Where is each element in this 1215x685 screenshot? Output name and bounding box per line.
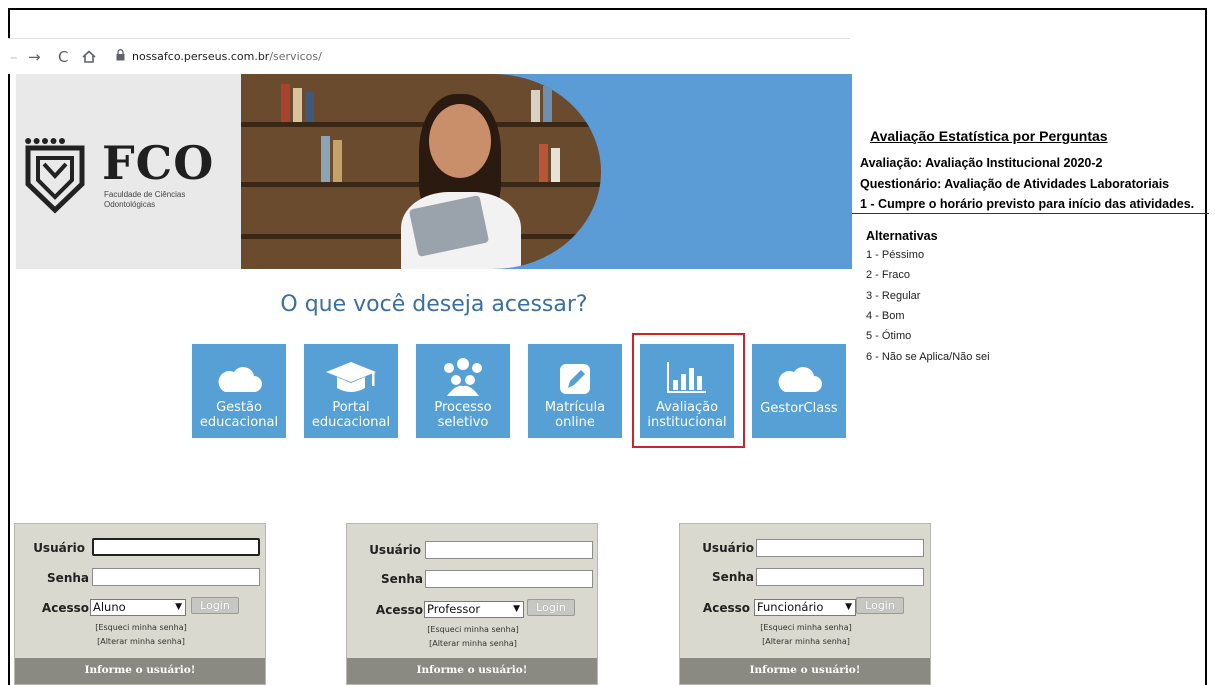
status-message: Informe o usuário! [680,658,930,684]
change-password-link[interactable]: [Alterar minha senha] [347,639,599,648]
acesso-select[interactable]: Aluno ▼ [90,599,186,616]
usuario-input[interactable] [92,538,260,556]
people-icon [444,358,482,396]
chevron-down-icon: ▼ [845,602,852,612]
tile-label: Portal educacional [311,400,391,430]
forgot-password-link[interactable]: [Esqueci minha senha] [347,625,599,634]
tile-label: Gestão educacional [199,400,279,430]
browser-address-bar: – → C nossafco.perseus.com.br/servicos/ [8,38,850,74]
acesso-select[interactable]: Professor ▼ [424,601,524,618]
tile-gestorclass[interactable]: GestorClass [752,344,846,438]
tile-label: Processo seletivo [434,400,492,430]
acesso-label: Acesso [375,603,423,617]
tile-processo-seletivo[interactable]: Processo seletivo [416,344,510,438]
url-host: nossafco.perseus.com.br [132,50,270,63]
login-box-aluno: Usuário Senha Acesso Aluno ▼ Login [Esque… [14,523,266,685]
alternativa-item: 3 - Regular [866,290,921,302]
acesso-select[interactable]: Funcionário ▼ [754,599,856,616]
reload-icon[interactable]: C [58,48,68,66]
tile-portal-educacional[interactable]: Portal educacional [304,344,398,438]
chevron-down-icon: ▼ [175,602,182,612]
senha-label: Senha [712,570,754,584]
cloud-icon [218,367,262,392]
hero-banner: ●●●●● FCO Faculdade de Ciências Odontoló… [16,74,852,269]
usuario-label: Usuário [33,541,85,555]
hero-photo [241,74,601,269]
panel-title: Avaliação Estatística por Perguntas [870,128,1108,144]
senha-label: Senha [47,571,89,585]
tile-matricula-online[interactable]: Matrícula online [528,344,622,438]
alternativa-item: 1 - Péssimo [866,249,925,261]
tile-gestao-educacional[interactable]: Gestão educacional [192,344,286,438]
pencil-icon [560,364,590,394]
senha-input[interactable] [756,568,924,586]
acesso-label: Acesso [41,601,89,615]
forgot-password-link[interactable]: [Esqueci minha senha] [15,623,267,632]
cloud-icon [778,367,822,392]
login-box-professor: Usuário Senha Acesso Professor ▼ Login [E… [346,523,598,685]
brand-name: FCO [102,136,215,190]
divider [852,213,1209,214]
senha-label: Senha [381,572,423,586]
alternativa-item: 4 - Bom [866,310,905,322]
acesso-label: Acesso [702,601,750,615]
change-password-link[interactable]: [Alterar minha senha] [680,637,932,646]
brand-subtitle-line1: Faculdade de Ciências [104,190,186,199]
panel-pergunta: 1 - Cumpre o horário previsto para iníci… [860,197,1195,211]
usuario-input[interactable] [425,541,593,559]
login-button[interactable]: Login [527,599,575,616]
page-question: O que você deseja acessar? [280,292,588,317]
senha-input[interactable] [92,568,260,586]
login-box-funcionario: Usuário Senha Acesso Funcionário ▼ Login … [679,523,931,685]
brand-subtitle: Faculdade de Ciências Odontológicas [104,190,185,210]
home-icon[interactable] [82,50,96,63]
forgot-password-link[interactable]: [Esqueci minha senha] [680,623,932,632]
graduation-cap-icon [326,362,376,392]
brand-subtitle-line2: Odontológicas [104,200,156,209]
shield-logo-icon [25,145,85,214]
status-message: Informe o usuário! [347,658,597,684]
panel-avaliacao: Avaliação: Avaliação Institucional 2020-… [860,156,1103,170]
usuario-label: Usuário [369,543,421,557]
usuario-input[interactable] [756,539,924,557]
status-message: Informe o usuário! [15,658,265,684]
arrow-right-icon[interactable]: → [28,48,41,66]
highlight-box [632,333,745,448]
tile-label: GestorClass [760,401,838,416]
change-password-link[interactable]: [Alterar minha senha] [15,637,267,646]
alternativa-item: 5 - Ótimo [866,330,912,342]
alternativa-item: 6 - Não se Aplica/Não sei [866,351,990,363]
panel-questionario: Questionário: Avaliação de Atividades La… [860,177,1170,191]
chevron-down-icon: ▼ [513,604,520,614]
login-button[interactable]: Login [856,597,904,614]
url-field[interactable]: nossafco.perseus.com.br/servicos/ [132,50,322,63]
tile-label: Matrícula online [544,400,606,430]
alternativa-item: 2 - Fraco [866,269,911,281]
lock-icon [116,49,125,61]
senha-input[interactable] [425,570,593,588]
login-button[interactable]: Login [191,597,239,614]
url-path: /servicos/ [269,50,322,63]
arrow-left-icon[interactable]: – [10,48,18,66]
usuario-label: Usuário [702,541,754,555]
alternativas-title: Alternativas [866,229,938,243]
